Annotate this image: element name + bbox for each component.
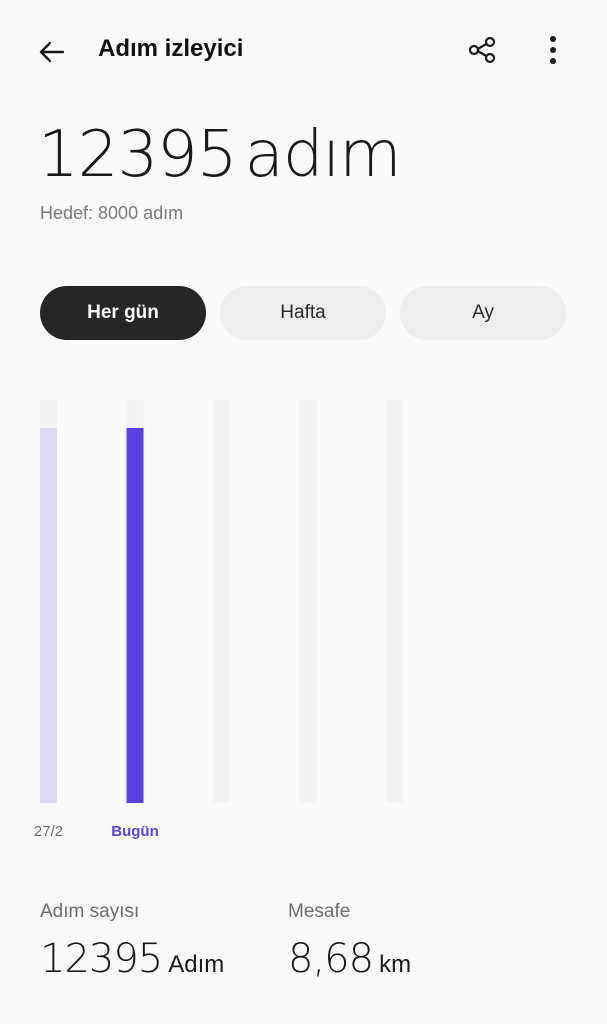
share-button[interactable] <box>460 28 504 72</box>
distance-stat-label: Mesafe <box>288 901 351 922</box>
tab-week[interactable]: Hafta <box>220 286 386 340</box>
steps-total: 12395 adım <box>38 118 402 192</box>
more-options-button[interactable] <box>531 28 575 72</box>
page-title: Adım izleyici <box>98 35 244 62</box>
distance-stat-value: 8,68 km <box>288 936 411 982</box>
tab-month[interactable]: Ay <box>400 286 566 340</box>
chart-track <box>386 400 403 803</box>
steps-stat-number: 12395 <box>40 936 163 982</box>
steps-stat-unit: Adım <box>168 951 225 978</box>
steps-count: 12395 <box>38 118 238 192</box>
chart-track <box>299 400 317 803</box>
distance-stat-number: 8,68 <box>288 936 374 982</box>
distance-stat-unit: km <box>379 951 412 978</box>
arrow-left-icon <box>39 41 65 63</box>
top-bar: Adım izleyici <box>0 0 607 100</box>
steps-stat-label: Adım sayısı <box>40 901 140 922</box>
goal-text: Hedef: 8000 adım <box>40 203 184 223</box>
tab-daily[interactable]: Her gün <box>40 286 206 340</box>
chart-bar[interactable] <box>126 428 144 803</box>
chart-track <box>213 400 230 803</box>
steps-unit: adım <box>244 118 402 192</box>
chart-bar[interactable] <box>40 428 57 803</box>
back-button[interactable] <box>30 30 74 74</box>
share-icon <box>468 36 496 64</box>
steps-stat-value: 12395 Adım <box>40 936 224 982</box>
chart-x-label: 27/2 <box>34 823 63 840</box>
more-vertical-icon <box>550 36 556 64</box>
steps-bar-chart: 27/2 Bugün <box>34 400 403 840</box>
chart-x-label: Bugün <box>111 823 158 840</box>
